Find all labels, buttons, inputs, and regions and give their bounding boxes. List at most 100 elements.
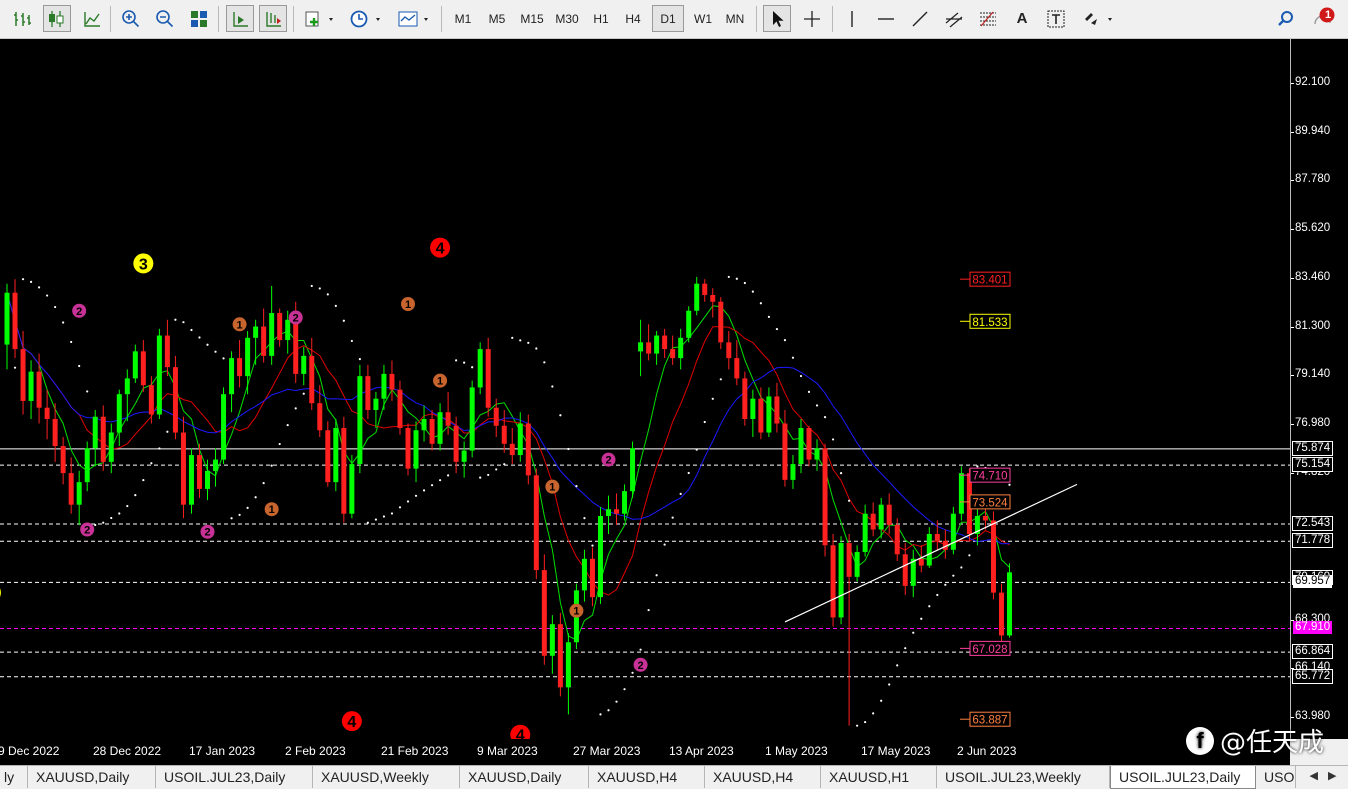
- notification-icon[interactable]: 1: [1310, 5, 1338, 32]
- chart-tab[interactable]: XAUUSD,Daily: [460, 766, 589, 788]
- tf-w1-button[interactable]: W1: [687, 5, 719, 32]
- psar-dot: [102, 521, 105, 524]
- candle-body: [493, 407, 499, 426]
- tf-m30-button[interactable]: M30: [550, 5, 584, 32]
- watermark-text: @任天成: [1220, 728, 1325, 758]
- psar-dot: [13, 366, 17, 369]
- chart-tab[interactable]: XAUUSD,H4: [589, 766, 705, 788]
- psar-dot: [118, 512, 121, 515]
- zoom-in-icon[interactable]: [117, 5, 145, 32]
- psar-dot: [872, 712, 875, 715]
- text-tool-button[interactable]: A: [1008, 5, 1036, 32]
- date-tick-label: 17 May 2023: [861, 744, 931, 758]
- tf-h4-button[interactable]: H4: [617, 5, 649, 32]
- candle-body: [798, 428, 804, 465]
- candle-body: [365, 376, 371, 410]
- fibonacci-icon[interactable]: [974, 5, 1002, 32]
- tf-m1-button[interactable]: M1: [447, 5, 479, 32]
- text-label-icon[interactable]: [1042, 5, 1070, 32]
- psar-dot: [302, 392, 305, 395]
- candle-body: [389, 373, 395, 390]
- psar-dot: [278, 442, 281, 446]
- psar-dot: [110, 516, 113, 520]
- psar-dot: [936, 593, 939, 597]
- psar-dot: [174, 318, 177, 321]
- price-tick-mark: [1291, 131, 1294, 133]
- cursor-icon[interactable]: [763, 5, 791, 32]
- candle-body: [12, 292, 18, 350]
- psar-dot: [679, 492, 682, 495]
- scroll-left-icon[interactable]: ◀: [1310, 769, 1318, 785]
- price-tick-mark: [1291, 229, 1294, 231]
- price-tick-mark: [1291, 717, 1294, 719]
- candle-body: [622, 491, 628, 514]
- trendline-icon[interactable]: [906, 5, 934, 32]
- candle-body: [60, 446, 66, 474]
- tab-scroll-arrows[interactable]: ◀ ▶: [1300, 769, 1346, 785]
- price-level-tag: 65.772: [1291, 668, 1334, 684]
- psar-dot: [62, 321, 65, 324]
- candle-body: [293, 319, 299, 374]
- psar-dot: [815, 404, 819, 407]
- price-tick-label: 85.620: [1295, 222, 1331, 235]
- psar-dot: [607, 709, 610, 712]
- scroll-right-icon[interactable]: ▶: [1328, 769, 1336, 785]
- chart-tab[interactable]: XAUUSD,Weekly: [313, 766, 460, 788]
- candle-body: [325, 430, 331, 483]
- candle-body: [694, 283, 700, 311]
- candle-body: [172, 367, 178, 433]
- price-level-tag: 75.154: [1291, 457, 1334, 473]
- chart-tab[interactable]: USO: [1256, 766, 1296, 788]
- chart-tab[interactable]: USOIL.JUL23,Daily: [156, 766, 313, 788]
- chart-tab[interactable]: ly: [0, 766, 28, 788]
- candle-body: [148, 385, 154, 415]
- equidistant-channel-icon[interactable]: [940, 5, 968, 32]
- periods-clock-icon[interactable]: [346, 5, 386, 32]
- psar-dot: [976, 465, 979, 468]
- date-tick-label: 9 Dec 2022: [0, 744, 60, 758]
- candlestick-icon[interactable]: [43, 5, 71, 32]
- candle-body: [100, 416, 106, 462]
- psar-dot: [623, 688, 626, 691]
- chart-area[interactable]: 3223121241141142283.40181.53374.71073.52…: [0, 39, 1290, 739]
- crosshair-icon[interactable]: [798, 5, 826, 32]
- tf-h1-button[interactable]: H1: [585, 5, 617, 32]
- price-box-label: 73.524: [972, 497, 1008, 509]
- tf-d1-button[interactable]: D1: [652, 5, 684, 32]
- bar-chart-icon[interactable]: [8, 5, 36, 32]
- autoscroll-icon[interactable]: [226, 5, 254, 32]
- horizontal-line-icon[interactable]: [872, 5, 900, 32]
- date-tick-label: 27 Mar 2023: [573, 744, 641, 758]
- tf-mn-button[interactable]: MN: [719, 5, 751, 32]
- price-chart: 3223121241141142283.40181.53374.71073.52…: [0, 237, 1290, 739]
- indicators-menu-icon[interactable]: [300, 5, 340, 32]
- price-tick-mark: [1291, 375, 1294, 377]
- zoom-out-icon[interactable]: [151, 5, 179, 32]
- chart-tab[interactable]: USOIL.JUL23,Weekly: [937, 766, 1110, 788]
- psar-dot: [719, 378, 722, 381]
- candle-body: [20, 349, 26, 401]
- vertical-line-icon[interactable]: [838, 5, 866, 32]
- candle-body: [646, 342, 652, 354]
- line-chart-icon[interactable]: [78, 5, 106, 32]
- tile-windows-icon[interactable]: [185, 5, 213, 32]
- chart-tab[interactable]: XAUUSD,H1: [821, 766, 937, 788]
- psar-dot: [511, 336, 514, 339]
- candle-body: [405, 428, 411, 469]
- psar-dot: [438, 479, 442, 482]
- chart-tab[interactable]: XAUUSD,H4: [705, 766, 821, 788]
- candle-body: [76, 482, 82, 505]
- candle-body: [373, 398, 379, 410]
- tf-m5-button[interactable]: M5: [481, 5, 513, 32]
- candle-body: [926, 534, 932, 566]
- psar-dot: [230, 517, 233, 520]
- templates-icon[interactable]: [394, 5, 434, 32]
- candle-body: [525, 423, 531, 476]
- search-icon[interactable]: [1272, 5, 1300, 32]
- tf-m15-button[interactable]: M15: [515, 5, 549, 32]
- chart-shift-icon[interactable]: [259, 5, 287, 32]
- arrows-menu-icon[interactable]: [1078, 5, 1118, 32]
- wave-marker-label: 1: [405, 299, 411, 311]
- chart-tab[interactable]: XAUUSD,Daily: [28, 766, 156, 788]
- chart-tab[interactable]: USOIL.JUL23,Daily: [1110, 766, 1256, 789]
